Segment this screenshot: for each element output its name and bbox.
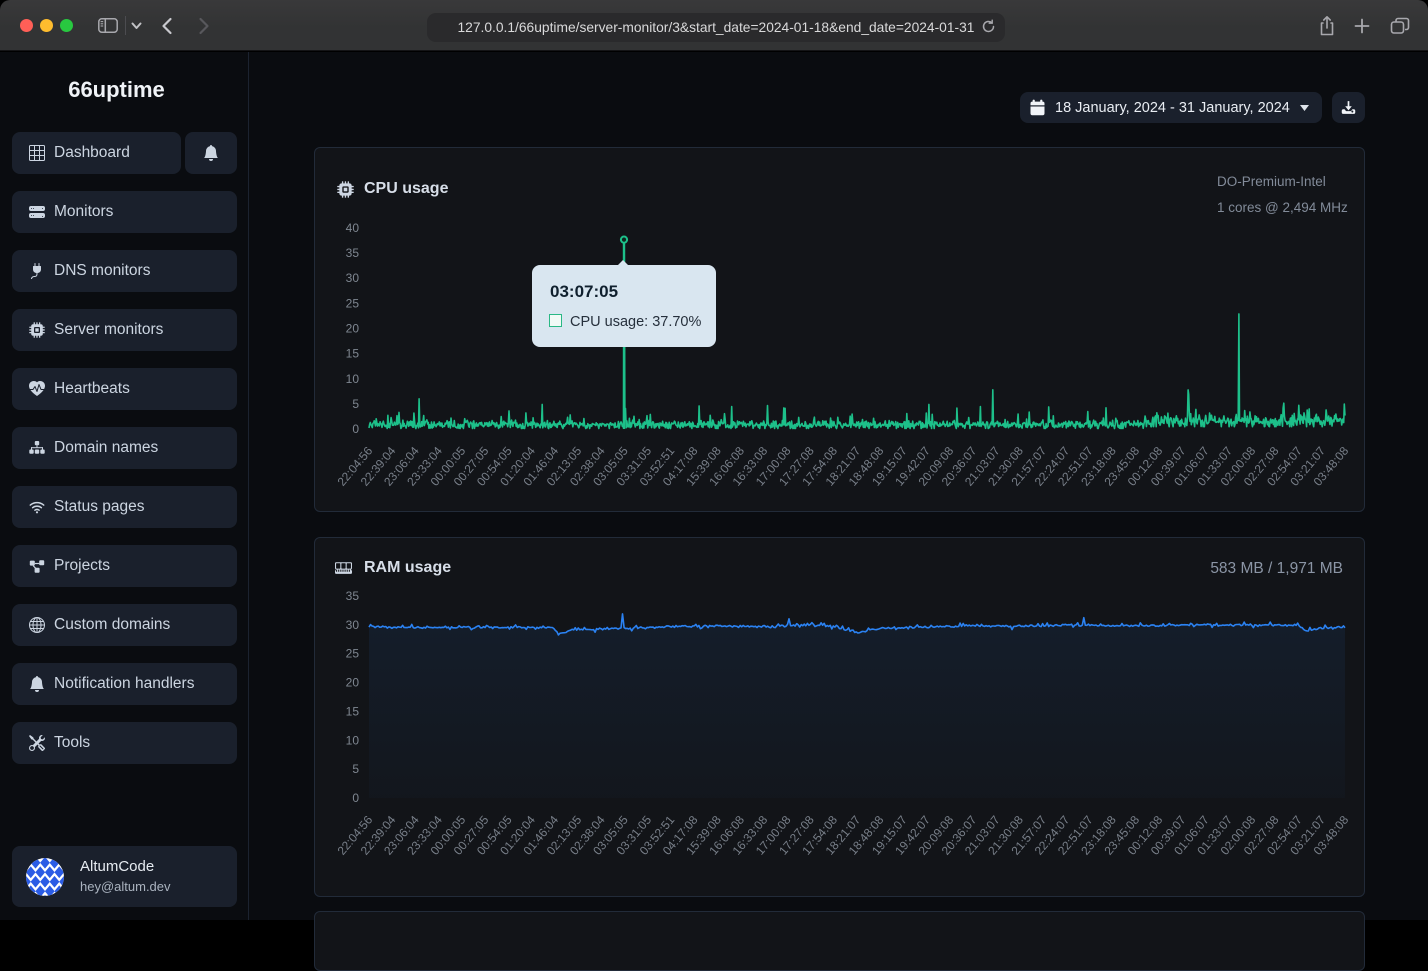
svg-text:40: 40 xyxy=(346,221,360,235)
svg-text:15: 15 xyxy=(346,704,360,718)
svg-text:5: 5 xyxy=(352,762,359,776)
svg-text:35: 35 xyxy=(346,246,360,260)
svg-text:15: 15 xyxy=(346,347,360,361)
svg-text:35: 35 xyxy=(346,589,360,603)
svg-text:10: 10 xyxy=(346,733,360,747)
svg-text:25: 25 xyxy=(346,296,360,310)
svg-text:10: 10 xyxy=(346,372,360,386)
svg-text:0: 0 xyxy=(352,791,359,805)
svg-text:5: 5 xyxy=(352,397,359,411)
svg-text:25: 25 xyxy=(346,647,360,661)
svg-text:20: 20 xyxy=(346,322,360,336)
svg-text:30: 30 xyxy=(346,271,360,285)
svg-text:0: 0 xyxy=(352,422,359,436)
svg-text:30: 30 xyxy=(346,618,360,632)
svg-text:20: 20 xyxy=(346,676,360,690)
